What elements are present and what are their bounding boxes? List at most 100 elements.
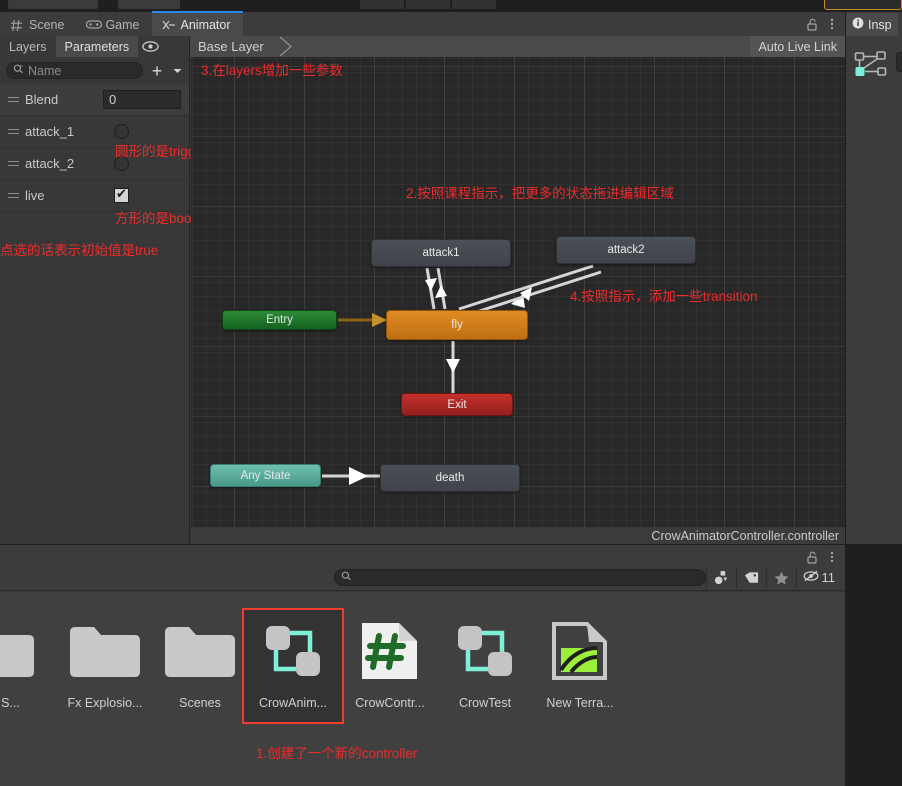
- drag-handle-icon[interactable]: [8, 191, 19, 200]
- parameter-search-row: Name +: [0, 57, 189, 84]
- state-node-fly[interactable]: fly: [386, 310, 528, 340]
- state-node-label: attack2: [607, 244, 645, 256]
- project-search-input[interactable]: [333, 569, 706, 586]
- tab-scene[interactable]: Scene: [0, 13, 76, 36]
- tab-game-label: Game: [105, 17, 140, 32]
- state-node-entry[interactable]: Entry: [222, 310, 337, 330]
- toolbar-chip-left2: [118, 0, 180, 9]
- state-node-any-state[interactable]: Any State: [210, 464, 321, 487]
- state-node-label: death: [435, 472, 465, 484]
- animator-status-bar: CrowAnimatorController.controller: [191, 527, 845, 544]
- add-parameter-button[interactable]: +: [147, 62, 167, 80]
- tab-animator-label: Animator: [180, 17, 231, 32]
- asset-easy-s[interactable]: asy S...: [0, 610, 48, 722]
- asset-scenes[interactable]: Scenes: [151, 610, 249, 722]
- annotation-true: 点选的话表示初始值是true: [0, 243, 159, 258]
- chevron-right-icon: [278, 36, 296, 57]
- trigger-toggle-attack-1[interactable]: [114, 124, 129, 139]
- tab-inspector[interactable]: Insp: [846, 13, 898, 36]
- lock-open-icon[interactable]: [803, 15, 821, 33]
- state-node-death[interactable]: death: [380, 464, 520, 492]
- star-icon[interactable]: [765, 566, 796, 589]
- layers-parameters-tabs: Layers Parameters: [0, 36, 190, 57]
- tab-game[interactable]: Game: [76, 13, 151, 36]
- tab-layers-label: Layers: [9, 39, 47, 54]
- chevron-down-icon[interactable]: [171, 62, 183, 80]
- parameter-name: Blend: [25, 92, 59, 107]
- unity-editor: Scene Game Animator Layers Parameters Ba…: [0, 0, 902, 786]
- eye-icon[interactable]: [138, 36, 162, 57]
- asset-label: Fx Explosio...: [67, 696, 143, 710]
- inspector-body: [846, 36, 902, 544]
- state-node-label: Any State: [240, 469, 291, 482]
- toolbar-chip-left: [8, 0, 98, 9]
- editor-toolbar-sliver: [0, 0, 902, 12]
- kebab-menu-icon[interactable]: [823, 548, 841, 566]
- animator-subbar: Layers Parameters Base Layer Auto Live L…: [0, 36, 845, 57]
- play-button-stub[interactable]: [360, 0, 404, 9]
- asset-crow-test[interactable]: CrowTest: [436, 610, 534, 722]
- tab-parameters[interactable]: Parameters: [55, 36, 139, 57]
- tab-scene-label: Scene: [29, 17, 65, 32]
- search-icon: [13, 64, 24, 78]
- parameters-panel: Name + Blend 0 attack_1 attack_2 live ✔ …: [0, 57, 207, 544]
- bool-checkbox-live[interactable]: [114, 186, 129, 203]
- gamepad-icon: [86, 19, 103, 31]
- asset-label: New Terra...: [546, 696, 614, 710]
- tab-animator[interactable]: Animator: [151, 11, 243, 36]
- animator-window: Scene Game Animator Layers Parameters Ba…: [0, 11, 845, 544]
- search-icon: [341, 571, 352, 585]
- state-node-attack2[interactable]: attack2: [556, 236, 696, 264]
- asset-label: CrowContr...: [355, 696, 425, 710]
- auto-live-link-label: Auto Live Link: [758, 39, 837, 54]
- kebab-menu-icon[interactable]: [823, 15, 841, 33]
- animator-controller-icon: [854, 50, 890, 85]
- parameter-search-input[interactable]: Name: [6, 62, 143, 79]
- asset-label: CrowTest: [458, 696, 512, 710]
- animator-controller-icon: [436, 610, 534, 692]
- state-node-exit[interactable]: Exit: [401, 393, 513, 416]
- asset-crow-animator-controller[interactable]: CrowAnim...: [242, 608, 344, 724]
- inspector-window: Insp: [846, 12, 902, 544]
- animator-tabbar: Scene Game Animator: [0, 11, 845, 36]
- asset-fx-explosion[interactable]: Fx Explosio...: [56, 610, 154, 722]
- inspector-name-field[interactable]: [896, 52, 902, 72]
- project-window: 11 asy S... Fx Explosio...: [0, 545, 845, 786]
- drag-handle-icon[interactable]: [8, 127, 19, 136]
- auto-live-link-button[interactable]: Auto Live Link: [750, 36, 845, 57]
- annotation-bool: 方形的是bool: [115, 211, 195, 226]
- animator-window-controls: [803, 15, 841, 33]
- asset-list: asy S... Fx Explosio... Scenes: [0, 600, 845, 730]
- state-node-attack1[interactable]: attack1: [371, 239, 511, 267]
- folder-icon: [56, 610, 154, 692]
- tag-icon[interactable]: [735, 566, 766, 589]
- inspector-tabbar: Insp: [846, 12, 902, 36]
- animator-controller-icon: [244, 610, 342, 692]
- parameter-name: attack_1: [25, 124, 75, 139]
- animator-state-graph[interactable]: attack1 attack2 Entry fly Exit Any State…: [191, 57, 845, 527]
- asset-crow-controller-script[interactable]: CrowContr...: [341, 610, 439, 722]
- parameter-value-blend[interactable]: 0: [103, 90, 181, 109]
- project-asset-grid[interactable]: asy S... Fx Explosio... Scenes: [0, 592, 845, 786]
- parameter-row-blend[interactable]: Blend 0: [0, 84, 189, 116]
- state-node-label: fly: [451, 319, 463, 331]
- lock-open-icon[interactable]: [803, 548, 821, 566]
- terrain-icon: [531, 610, 629, 692]
- tab-inspector-label: Insp: [868, 17, 892, 32]
- parameter-name: live: [25, 188, 45, 203]
- asset-type-icon[interactable]: [705, 566, 736, 589]
- tab-layers[interactable]: Layers: [0, 36, 56, 57]
- asset-new-terrain[interactable]: New Terra...: [531, 610, 629, 722]
- step-button-stub[interactable]: [452, 0, 496, 9]
- info-icon: [852, 17, 864, 32]
- breadcrumb-base-layer[interactable]: Base Layer: [190, 39, 264, 54]
- asset-label: asy S...: [0, 696, 20, 710]
- folder-icon: [0, 610, 48, 692]
- annotation-drag-states: 2.按照课程指示，把更多的状态拖进编辑区域: [406, 186, 674, 201]
- breadcrumb: Base Layer Auto Live Link: [190, 36, 845, 57]
- drag-handle-icon[interactable]: [8, 95, 19, 104]
- pause-button-stub[interactable]: [406, 0, 450, 9]
- drag-handle-icon[interactable]: [8, 159, 19, 168]
- hidden-assets-count[interactable]: 11: [795, 566, 842, 589]
- annotation-new-controller: 1.创建了一个新的controller: [256, 746, 418, 761]
